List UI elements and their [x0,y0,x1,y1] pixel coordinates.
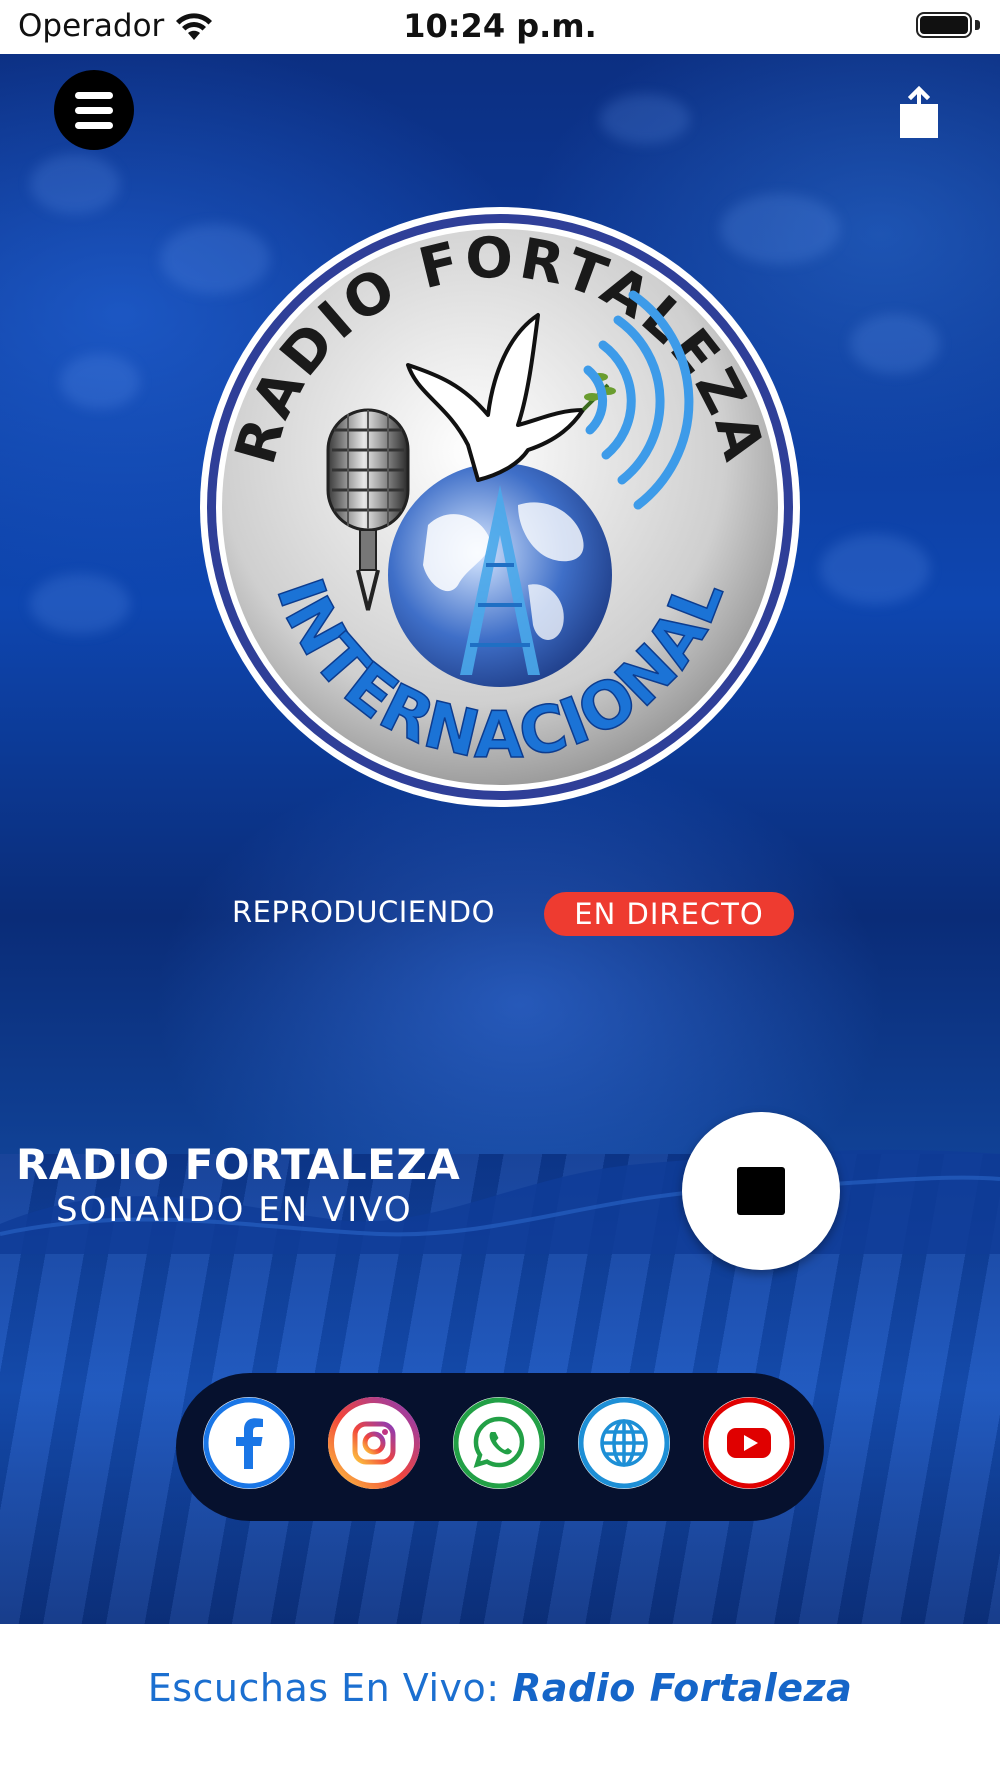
station-subtitle: SONANDO EN VIVO [56,1190,413,1230]
footer-station-name: Radio Fortaleza [512,1666,853,1710]
youtube-icon [703,1397,795,1489]
social-links-bar [176,1373,824,1521]
instagram-icon [328,1397,420,1489]
whatsapp-button[interactable] [453,1397,545,1489]
status-bar: Operador 10:24 p.m. [0,0,1000,54]
station-logo: RADIO FORTALEZA INTERNACIONAL [200,207,800,807]
stop-icon [737,1167,785,1215]
share-icon[interactable] [896,84,942,140]
globe-icon [578,1397,670,1489]
stop-button[interactable] [682,1112,840,1270]
facebook-button[interactable] [203,1397,295,1489]
footer-prefix: Escuchas En Vivo: [147,1666,513,1710]
battery-icon [916,12,980,40]
youtube-button[interactable] [703,1397,795,1489]
facebook-icon [203,1397,295,1489]
menu-button[interactable] [54,70,134,150]
instagram-button[interactable] [328,1397,420,1489]
playback-status-label: REPRODUCIENDO [232,895,495,929]
station-name: RADIO FORTALEZA [16,1140,461,1189]
whatsapp-icon [453,1397,545,1489]
footer-text: Escuchas En Vivo: Radio Fortaleza [0,1666,1000,1710]
live-badge: EN DIRECTO [544,892,794,936]
website-button[interactable] [578,1397,670,1489]
footer-banner: Escuchas En Vivo: Radio Fortaleza [0,1624,1000,1778]
clock: 10:24 p.m. [403,7,597,45]
